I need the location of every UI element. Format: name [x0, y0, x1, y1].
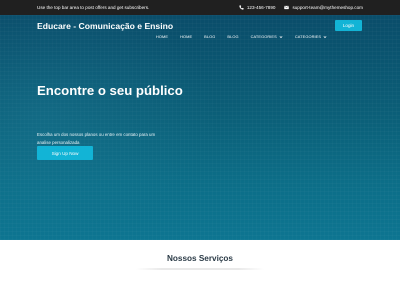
nav-item-blog-2[interactable]: BLOG	[227, 34, 238, 39]
nav-item-categories[interactable]: CATEGORIES	[251, 34, 283, 39]
hero-section: Educare - Comunicação e Ensino Login HOM…	[0, 15, 400, 240]
top-bar: Use the top bar area to post offers and …	[0, 0, 400, 15]
nav-item-label: CATEGORIES	[294, 34, 322, 39]
envelope-icon	[284, 5, 290, 10]
nav-item-home-2[interactable]: HOME	[180, 34, 192, 39]
nav-item-label: HOME	[180, 34, 193, 39]
nav-item-categories-2[interactable]: CATEGORIES	[295, 34, 327, 39]
email-address: support-team@mythemeshop.com	[292, 5, 363, 10]
services-heading: Nossos Serviços	[167, 254, 233, 263]
chevron-down-icon	[323, 35, 327, 38]
site-logo-title[interactable]: Educare - Comunicação e Ensino	[37, 21, 173, 31]
hero-background-glow	[0, 15, 220, 240]
services-heading-divider	[136, 268, 264, 270]
nav-item-label: BLOG	[204, 34, 216, 39]
nav-item-label: HOME	[156, 34, 169, 39]
phone-icon	[239, 5, 244, 10]
hero-title: Encontre o seu público	[37, 83, 183, 98]
chevron-down-icon	[279, 35, 283, 38]
topbar-promo-text: Use the top bar area to post offers and …	[37, 5, 150, 10]
nav-item-label: BLOG	[227, 34, 239, 39]
topbar-phone[interactable]: 123-456-7890	[239, 5, 276, 10]
login-button[interactable]: Login	[335, 20, 362, 31]
nav-item-label: CATEGORIES	[250, 34, 277, 39]
hero-description: Escolha um dos nossos planos ou entre em…	[37, 132, 156, 145]
nav-item-home[interactable]: HOME	[156, 34, 168, 39]
topbar-contacts: 123-456-7890 support-team@mythemeshop.co…	[239, 5, 363, 10]
nav-item-blog[interactable]: BLOG	[204, 34, 215, 39]
topbar-email[interactable]: support-team@mythemeshop.com	[284, 5, 363, 10]
main-nav: HOME HOME BLOG BLOG CATEGORIES CATEGORIE…	[156, 34, 339, 39]
sign-up-button[interactable]: Sign Up Now	[37, 146, 93, 160]
phone-number: 123-456-7890	[246, 5, 276, 10]
